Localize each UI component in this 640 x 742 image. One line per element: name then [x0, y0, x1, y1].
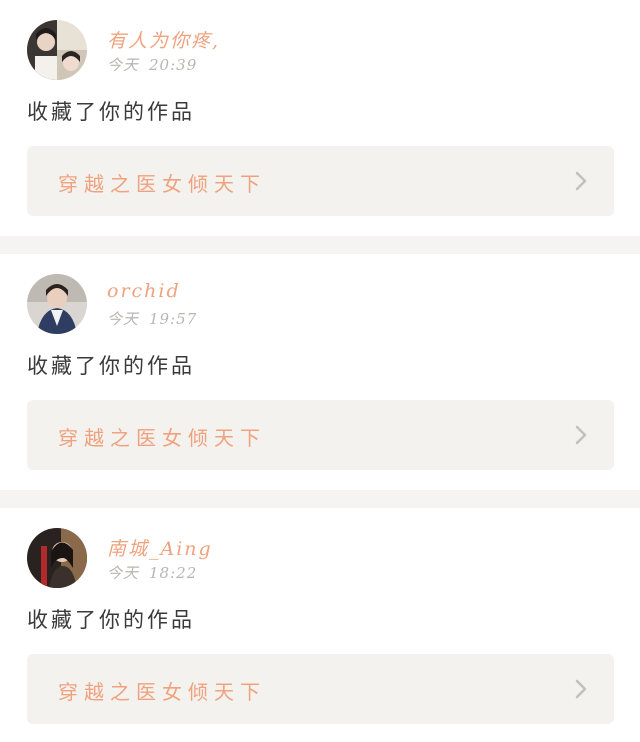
timestamp-time: 19:57	[149, 310, 198, 328]
action-text: 收藏了你的作品	[27, 100, 195, 124]
work-title: 穿越之医女倾天下	[58, 680, 266, 704]
notification-card: orchid 今天 19:57 收藏了你的作品 穿越之医女倾天下	[0, 254, 640, 490]
avatar-image	[27, 274, 87, 334]
avatar[interactable]	[27, 20, 87, 80]
action-text: 收藏了你的作品	[27, 608, 195, 632]
notification-feed: 有人为你疼, 今天 20:39 收藏了你的作品 穿越之医女倾天下 orchid	[0, 0, 640, 742]
timestamp-time: 20:39	[149, 56, 198, 74]
timestamp-time: 18:22	[149, 564, 198, 582]
avatar-image	[27, 528, 87, 588]
work-link[interactable]: 穿越之医女倾天下	[27, 654, 614, 724]
username[interactable]: orchid	[107, 280, 181, 302]
section-divider	[0, 490, 640, 508]
avatar[interactable]	[27, 274, 87, 334]
notification-card: 南城_Aing 今天 18:22 收藏了你的作品 穿越之医女倾天下	[0, 508, 640, 742]
section-divider	[0, 236, 640, 254]
avatar-image	[27, 20, 87, 80]
timestamp-day: 今天	[107, 564, 140, 582]
work-title: 穿越之医女倾天下	[58, 172, 266, 196]
chevron-right-icon	[574, 170, 588, 192]
timestamp: 今天 18:22	[107, 562, 197, 583]
work-link[interactable]: 穿越之医女倾天下	[27, 400, 614, 470]
avatar[interactable]	[27, 528, 87, 588]
notification-card: 有人为你疼, 今天 20:39 收藏了你的作品 穿越之医女倾天下	[0, 0, 640, 236]
work-link[interactable]: 穿越之医女倾天下	[27, 146, 614, 216]
username[interactable]: 南城_Aing	[107, 534, 213, 561]
chevron-right-icon	[574, 424, 588, 446]
action-text: 收藏了你的作品	[27, 354, 195, 378]
work-title: 穿越之医女倾天下	[58, 426, 266, 450]
timestamp-day: 今天	[107, 56, 140, 74]
timestamp-day: 今天	[107, 310, 140, 328]
timestamp: 今天 20:39	[107, 54, 197, 75]
username[interactable]: 有人为你疼,	[107, 26, 220, 53]
timestamp: 今天 19:57	[107, 308, 197, 329]
chevron-right-icon	[574, 678, 588, 700]
